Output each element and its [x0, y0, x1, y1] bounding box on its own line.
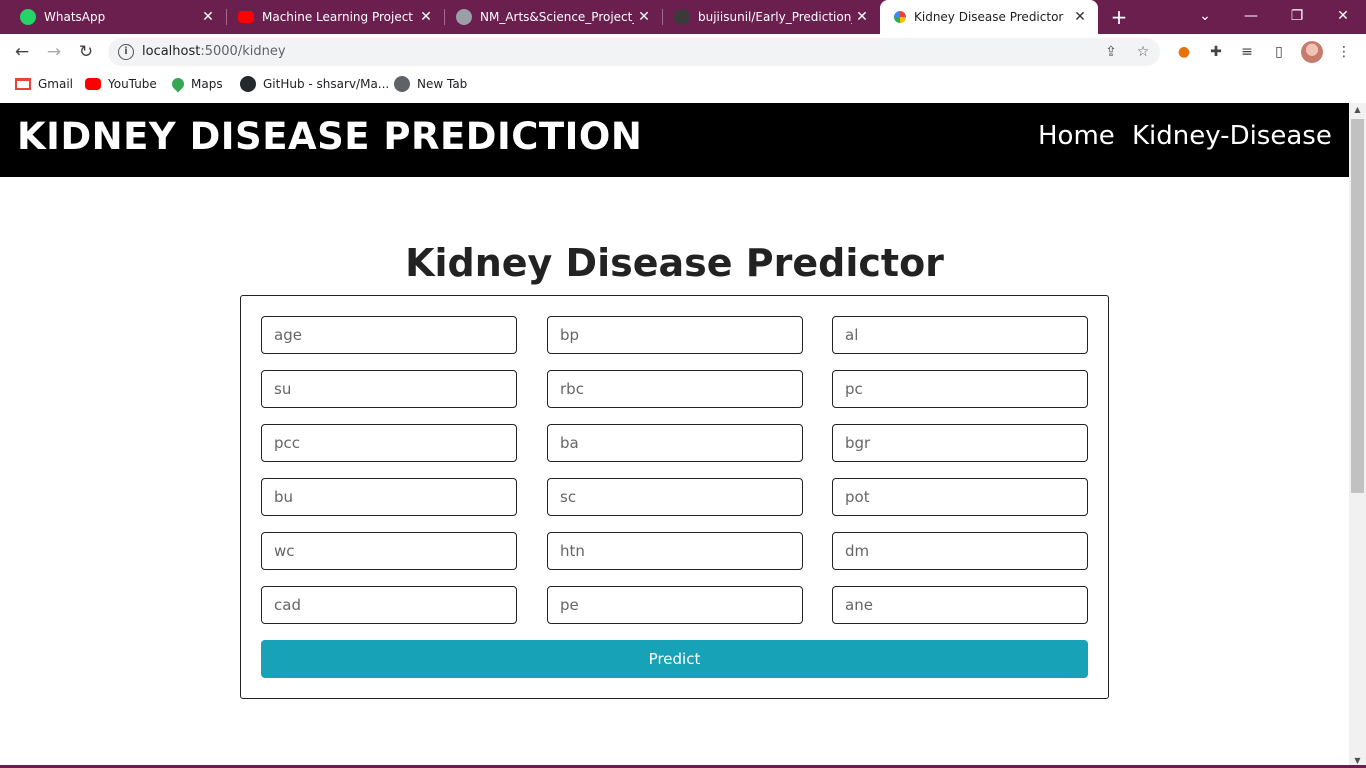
- share-icon[interactable]: ⇪: [1101, 42, 1121, 62]
- bookmark-label: New Tab: [417, 77, 468, 91]
- pc-field[interactable]: [832, 370, 1088, 408]
- tab-title: bujiisunil/Early_Prediction_for: [698, 10, 852, 24]
- pcc-field[interactable]: [261, 424, 517, 462]
- page-scrollbar[interactable]: ▲ ▼: [1349, 103, 1366, 768]
- site-icon: [894, 11, 906, 23]
- site-info-icon[interactable]: i: [118, 44, 134, 60]
- forward-icon[interactable]: →: [42, 40, 66, 64]
- profile-avatar[interactable]: [1301, 41, 1323, 63]
- github-icon: [240, 76, 256, 92]
- tab-kidney-predictor[interactable]: Kidney Disease Predictor ✕: [880, 0, 1098, 34]
- bookmark-label: YouTube: [108, 77, 157, 91]
- bookmark-github[interactable]: GitHub - shsarv/Ma...: [240, 75, 389, 93]
- bookmark-label: Gmail: [38, 77, 74, 91]
- close-icon[interactable]: ✕: [636, 9, 652, 25]
- prediction-form: Predict: [240, 295, 1109, 699]
- close-icon[interactable]: ✕: [418, 9, 434, 25]
- site-brand[interactable]: KIDNEY DISEASE PREDICTION: [17, 115, 642, 158]
- tab-title: NM_Arts&Science_Project_Details: [480, 10, 634, 24]
- globe-icon: [394, 76, 410, 92]
- tab-project-details[interactable]: NM_Arts&Science_Project_Details ✕: [436, 0, 662, 34]
- tab-title: Kidney Disease Predictor: [914, 10, 1064, 24]
- sc-field[interactable]: [547, 478, 803, 516]
- scroll-up-icon[interactable]: ▲: [1349, 103, 1366, 117]
- close-icon[interactable]: ✕: [1072, 9, 1088, 25]
- back-icon[interactable]: ←: [10, 40, 34, 64]
- close-icon[interactable]: ✕: [200, 9, 216, 25]
- media-queue-icon[interactable]: ≡: [1237, 42, 1257, 62]
- bookmark-star-icon[interactable]: ☆: [1133, 42, 1153, 62]
- bgr-field[interactable]: [832, 424, 1088, 462]
- age-field[interactable]: [261, 316, 517, 354]
- page-title: Kidney Disease Predictor: [405, 241, 944, 285]
- su-field[interactable]: [261, 370, 517, 408]
- tab-title: Machine Learning Project File: [262, 10, 416, 24]
- bookmark-label: GitHub - shsarv/Ma...: [263, 77, 390, 91]
- window-close-icon[interactable]: ✕: [1320, 0, 1366, 34]
- nav-home-link[interactable]: Home: [1038, 121, 1115, 151]
- wc-field[interactable]: [261, 532, 517, 570]
- ane-field[interactable]: [832, 586, 1088, 624]
- bookmark-gmail[interactable]: Gmail: [15, 75, 73, 93]
- pe-field[interactable]: [547, 586, 803, 624]
- github-icon: [674, 9, 690, 25]
- minimize-icon[interactable]: —: [1228, 0, 1274, 34]
- al-field[interactable]: [832, 316, 1088, 354]
- nav-kidney-disease-link[interactable]: Kidney-Disease: [1132, 121, 1332, 151]
- bookmark-label: Maps: [191, 77, 223, 91]
- tab-strip: WhatsApp ✕ Machine Learning Project File…: [0, 0, 1366, 34]
- tab-search-icon[interactable]: ⌄: [1182, 0, 1228, 34]
- bp-field[interactable]: [547, 316, 803, 354]
- ba-field[interactable]: [547, 424, 803, 462]
- globe-icon: [456, 9, 472, 25]
- page-viewport: KIDNEY DISEASE PREDICTION Home Kidney-Di…: [0, 103, 1349, 768]
- rbc-field[interactable]: [547, 370, 803, 408]
- new-tab-button[interactable]: +: [1108, 6, 1130, 28]
- pot-field[interactable]: [832, 478, 1088, 516]
- scrollbar-thumb[interactable]: [1351, 119, 1364, 493]
- extension-fire-icon[interactable]: ●: [1174, 42, 1194, 62]
- htn-field[interactable]: [547, 532, 803, 570]
- bookmark-youtube[interactable]: YouTube: [85, 75, 157, 93]
- whatsapp-icon: [20, 9, 36, 25]
- cad-field[interactable]: [261, 586, 517, 624]
- tab-youtube[interactable]: Machine Learning Project File ✕: [218, 0, 444, 34]
- gmail-icon: [15, 78, 31, 90]
- restore-icon[interactable]: ❐: [1274, 0, 1320, 34]
- tab-whatsapp[interactable]: WhatsApp ✕: [0, 0, 226, 34]
- dm-field[interactable]: [832, 532, 1088, 570]
- extensions-puzzle-icon[interactable]: ✚: [1206, 42, 1226, 62]
- tab-github[interactable]: bujiisunil/Early_Prediction_for ✕: [654, 0, 880, 34]
- maps-icon: [169, 75, 187, 93]
- address-bar[interactable]: i localhost:5000/kidney ⇪ ☆: [108, 38, 1160, 66]
- url-text: localhost:5000/kidney: [142, 44, 286, 59]
- reload-icon[interactable]: ↻: [74, 40, 98, 64]
- predict-button[interactable]: Predict: [261, 640, 1088, 678]
- menu-kebab-icon[interactable]: ⋮: [1334, 42, 1354, 62]
- youtube-icon: [238, 11, 254, 23]
- browser-toolbar: ← → ↻ i localhost:5000/kidney ⇪ ☆ ● ✚ ≡ …: [0, 34, 1366, 70]
- close-icon[interactable]: ✕: [854, 9, 870, 25]
- tab-title: WhatsApp: [44, 10, 106, 24]
- bookmark-maps[interactable]: Maps: [169, 75, 223, 93]
- youtube-icon: [85, 78, 101, 90]
- bookmark-new-tab[interactable]: New Tab: [394, 75, 467, 93]
- bookmarks-bar: Gmail YouTube Maps GitHub - shsarv/Ma...…: [0, 70, 1366, 98]
- side-panel-icon[interactable]: ▯: [1269, 42, 1289, 62]
- site-header: KIDNEY DISEASE PREDICTION Home Kidney-Di…: [0, 103, 1349, 177]
- bu-field[interactable]: [261, 478, 517, 516]
